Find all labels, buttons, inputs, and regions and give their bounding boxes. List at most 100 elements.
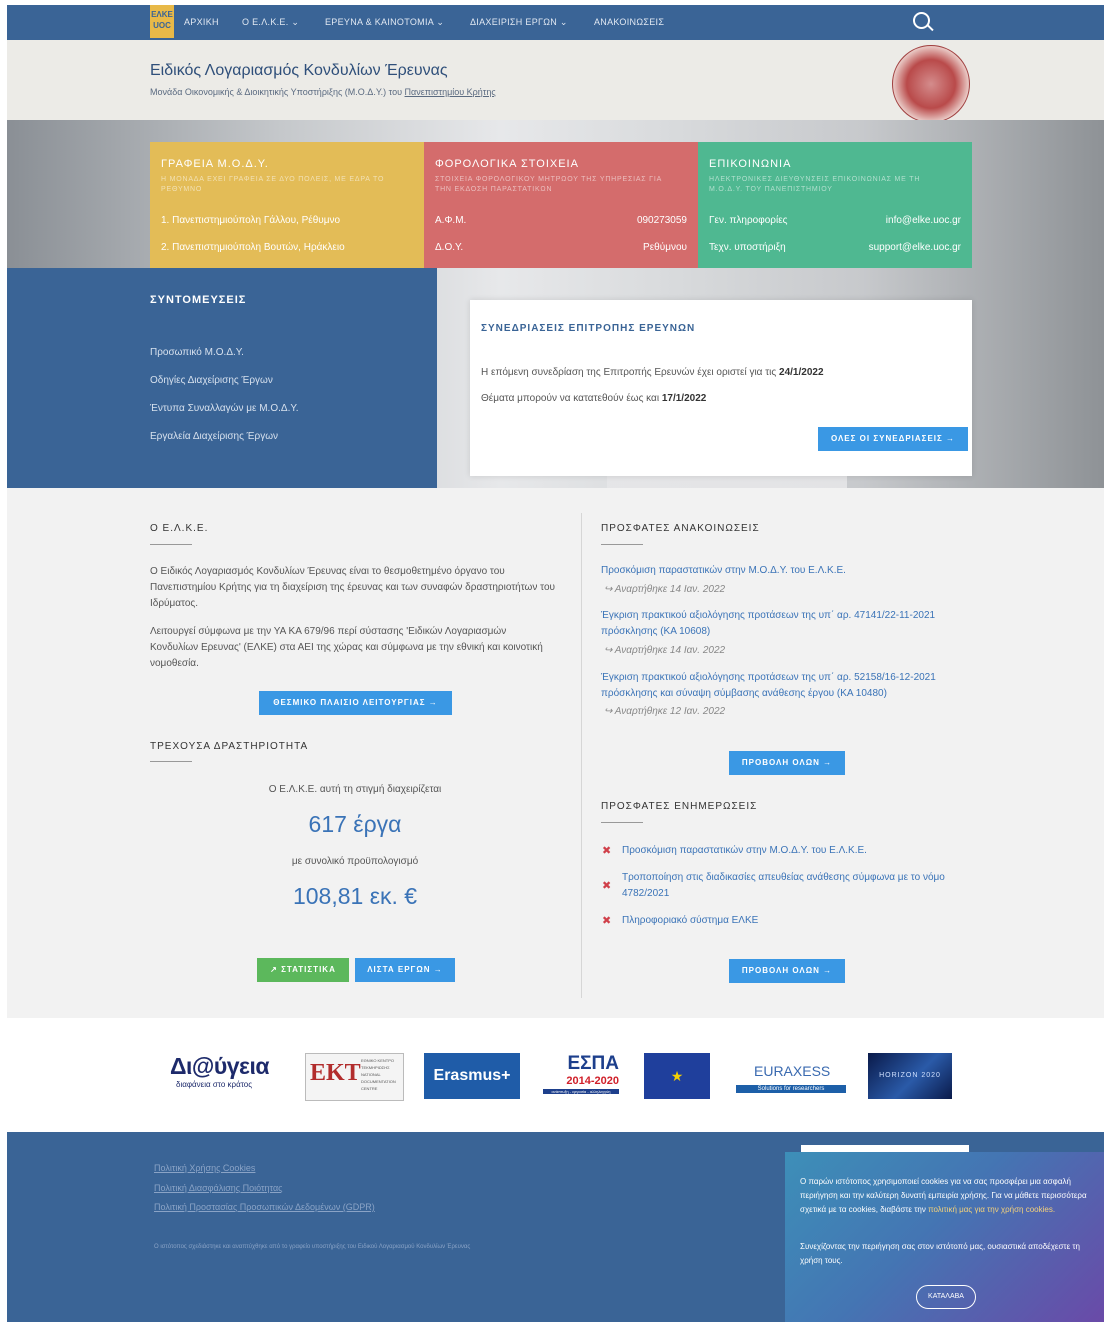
contact-label: Τεχν. υποστήριξη <box>709 242 786 253</box>
about-paragraph-2: Λειτουργεί σύμφωνα με την ΥΑ ΚΑ 679/96 π… <box>150 626 543 669</box>
office-2: 2. Πανεπιστημιούπολη Βουτών, Ηράκλειο <box>161 242 345 253</box>
espa-tagline: ανάπτυξη - εργασία - αλληλεγγύη <box>543 1089 619 1094</box>
tax-row: Α.Φ.Μ. 090273059 <box>435 215 687 226</box>
horizon-logo[interactable]: HORIZON 2020 <box>868 1053 952 1099</box>
framework-button[interactable]: ΘΕΣΜΙΚΟ ΠΛΑΙΣΙΟ ΛΕΙΤΟΥΡΓΙΑΣ → <box>259 691 452 715</box>
euraxess-tagline: Solutions for researchers <box>736 1085 846 1093</box>
footer-link[interactable]: Πολιτική Χρήσης Cookies <box>154 1163 255 1173</box>
cookie-banner: Ο παρών ιστότοπος χρησιμοποιεί cookies γ… <box>785 1152 1104 1322</box>
footer-link[interactable]: Πολιτική Διασφάλισης Ποιότητας <box>154 1183 283 1193</box>
espa-wordmark: ΕΣΠΑ <box>567 1053 619 1074</box>
projects-count: 617 έργα <box>308 811 402 837</box>
meetings-text: Η επόμενη συνεδρίαση της Επιτροπής Ερευν… <box>481 367 780 378</box>
all-updates-button[interactable]: ΠΡΟΒΟΛΗ ΟΛΩΝ → <box>729 959 845 983</box>
budget-label: με συνολικό προϋπολογισμό <box>291 856 419 867</box>
footer-link[interactable]: Πολιτική Προστασίας Προσωπικών Δεδομένων… <box>154 1202 375 1212</box>
tax-label: Α.Φ.Μ. <box>435 215 467 226</box>
contact-subtitle: ΗΛΕΚΤΡΟΝΙΚΕΣ ΔΙΕΥΘΥΝΣΕΙΣ ΕΠΙΚΟΙΝΩΝΙΑΣ ΜΕ… <box>709 176 921 193</box>
meetings-card: ΣΥΝΕΔΡΙΑΣΕΙΣ ΕΠΙΤΡΟΠΗΣ ΕΡΕΥΝΩΝ Η επόμενη… <box>470 300 972 476</box>
title-underline <box>601 822 643 823</box>
footer-credit: Ο ιστότοπος σχεδιάστηκε και αναπτύχθηκε … <box>154 1244 471 1250</box>
announcements-title: ΠΡΟΣΦΑΤΕΣ ΑΝΑΚΟΙΝΩΣΕΙΣ <box>601 523 760 534</box>
offices-box: ΓΡΑΦΕΙΑ Μ.Ο.Δ.Υ. Η ΜΟΝΑΔΑ ΕΧΕΙ ΓΡΑΦΕΙΑ Σ… <box>150 142 424 268</box>
contact-title: ΕΠΙΚΟΙΝΩΝΙΑ <box>709 158 792 170</box>
pin-icon: ✖ <box>602 845 612 857</box>
site-title[interactable]: Ειδικός Λογαριασμός Κονδυλίων Έρευνας <box>150 62 448 80</box>
nav-item-announcements[interactable]: ΑΝΑΚΟΙΝΩΣΕΙΣ <box>594 17 664 27</box>
university-link[interactable]: Πανεπιστημίου Κρήτης <box>405 87 496 97</box>
update-link[interactable]: Προσκόμιση παραστατικών στην Μ.Ο.Δ.Υ. το… <box>622 843 982 859</box>
nav-item-home[interactable]: ΑΡΧΙΚΗ <box>184 17 219 27</box>
meetings-line-2: Θέματα μπορούν να κατατεθούν έως και 17/… <box>481 393 706 404</box>
contact-email-link[interactable]: info@elke.uoc.gr <box>886 215 961 226</box>
meetings-line-1: Η επόμενη συνεδρίαση της Επιτροπής Ερευν… <box>481 367 824 378</box>
nav-item-projects[interactable]: ΔΙΑΧΕΙΡΙΣΗ ΕΡΓΩΝ ⌄ <box>470 17 568 28</box>
shortcuts-title: ΣΥΝΤΟΜΕΥΣΕΙΣ <box>150 294 247 306</box>
euraxess-logo[interactable]: EURAXESS Solutions for researchers <box>736 1053 846 1099</box>
about-title: Ο Ε.Λ.Κ.Ε. <box>150 523 209 534</box>
page: ΕΛΚΕ UOC ΑΡΧΙΚΗ Ο Ε.Λ.Κ.Ε. ⌄ ΕΡΕΥΝΑ & ΚΑΙ… <box>7 0 1104 1322</box>
ekt-logo[interactable]: ΕΚΤ ΕΘΝΙΚΟ ΚΕΝΤΡΟ ΤΕΚΜΗΡΙΩΣΗΣ NATIONAL D… <box>305 1053 404 1101</box>
office-1: 1. Πανεπιστημιούπολη Γάλλου, Ρέθυμνο <box>161 215 341 226</box>
all-announcements-button[interactable]: ΠΡΟΒΟΛΗ ΟΛΩΝ → <box>729 751 845 775</box>
cookie-policy-link[interactable]: πολιτική μας για την χρήση cookies. <box>928 1205 1055 1214</box>
diavgeia-logo[interactable]: Δι@ύγεια διαφάνεια στο κράτος <box>170 1053 290 1099</box>
statistics-button[interactable]: ↗ ΣΤΑΤΙΣΤΙΚΑ <box>257 958 349 982</box>
shortcut-link[interactable]: Εργαλεία Διαχείρισης Έργων <box>150 431 278 442</box>
office-row: 1. Πανεπιστημιούπολη Γάλλου, Ρέθυμνο <box>161 215 413 226</box>
main-content: Ο Ε.Λ.Κ.Ε. Ο Ειδικός Λογαριασμός Κονδυλί… <box>7 488 1104 1018</box>
updates-title: ΠΡΟΣΦΑΤΕΣ ΕΝΗΜΕΡΩΣΕΙΣ <box>601 801 758 812</box>
announcement-date: ↪ Αναρτήθηκε 12 Ιαν. 2022 <box>604 706 726 717</box>
contact-label: Γεν. πληροφορίες <box>709 215 788 226</box>
tax-value: 090273059 <box>636 215 687 226</box>
diavgeia-tagline: διαφάνεια στο κράτος <box>176 1080 253 1089</box>
euraxess-wordmark: EURAXESS <box>754 1063 831 1079</box>
shortcuts-panel: ΣΥΝΤΟΜΕΥΣΕΙΣ Προσωπικό Μ.Ο.Δ.Υ. Οδηγίες … <box>7 268 437 488</box>
project-list-button[interactable]: ΛΙΣΤΑ ΕΡΓΩΝ → <box>355 958 455 982</box>
subtitle-text: Μονάδα Οικονομικής & Διοικητικής Υποστήρ… <box>150 87 405 97</box>
logo-bottom-text: UOC <box>153 21 171 30</box>
shortcut-link[interactable]: Προσωπικό Μ.Ο.Δ.Υ. <box>150 347 244 358</box>
title-underline <box>150 761 192 762</box>
meetings-text: Θέματα μπορούν να κατατεθούν έως και <box>481 393 662 404</box>
activity-title: ΤΡΕΧΟΥΣΑ ΔΡΑΣΤΗΡΙΟΤΗΤΑ <box>150 741 309 752</box>
site-subtitle: Μονάδα Οικονομικής & Διοικητικής Υποστήρ… <box>150 87 496 97</box>
column-divider <box>581 513 582 998</box>
cookie-accept-button[interactable]: ΚΑΤΑΛΑΒΑ <box>916 1285 976 1309</box>
nav-item-research[interactable]: ΕΡΕΥΝΑ & ΚΑΙΝΟΤΟΜΙΑ ⌄ <box>325 17 444 28</box>
activity-intro: Ο Ε.Λ.Κ.Ε. αυτή τη στιγμή διαχειρίζεται <box>268 784 442 795</box>
shortcut-link[interactable]: Έντυπα Συναλλαγών με Μ.Ο.Δ.Υ. <box>150 403 299 414</box>
deadline-date: 17/1/2022 <box>661 393 707 404</box>
site-header: Ειδικός Λογαριασμός Κονδυλίων Έρευνας Μο… <box>7 40 1104 123</box>
search-icon[interactable] <box>913 12 930 29</box>
title-underline <box>601 544 643 545</box>
announcement-link[interactable]: Έγκριση πρακτικού αξιολόγησης προτάσεων … <box>601 608 981 640</box>
logo-top-text: ΕΛΚΕ <box>151 10 173 19</box>
tax-row: Δ.Ο.Υ. Ρεθύμνου <box>435 242 687 253</box>
pin-icon: ✖ <box>602 915 612 927</box>
office-row: 2. Πανεπιστημιούπολη Βουτών, Ηράκλειο <box>161 242 413 253</box>
espa-logo[interactable]: ΕΣΠΑ 2014-2020 ανάπτυξη - εργασία - αλλη… <box>543 1053 619 1099</box>
shortcut-link[interactable]: Οδηγίες Διαχείρισης Έργων <box>150 375 273 386</box>
nav-item-elke[interactable]: Ο Ε.Λ.Κ.Ε. ⌄ <box>242 17 299 28</box>
top-nav: ΕΛΚΕ UOC ΑΡΧΙΚΗ Ο Ε.Λ.Κ.Ε. ⌄ ΕΡΕΥΝΑ & ΚΑΙ… <box>7 5 1104 40</box>
contact-email-link[interactable]: support@elke.uoc.gr <box>869 242 961 253</box>
tax-value: Ρεθύμνου <box>643 242 687 253</box>
announcement-date: ↪ Αναρτήθηκε 14 Ιαν. 2022 <box>604 584 726 595</box>
meeting-date: 24/1/2022 <box>779 367 824 378</box>
update-link[interactable]: Τροποποίηση στις διαδικασίες απευθείας α… <box>622 870 982 902</box>
cookie-text-2: Συνεχίζοντας την περιήγηση σας στον ιστό… <box>800 1242 1080 1265</box>
offices-title: ΓΡΑΦΕΙΑ Μ.Ο.Δ.Υ. <box>161 158 269 170</box>
contact-box: ΕΠΙΚΟΙΝΩΝΙΑ ΗΛΕΚΤΡΟΝΙΚΕΣ ΔΙΕΥΘΥΝΣΕΙΣ ΕΠΙ… <box>698 142 972 268</box>
all-meetings-button[interactable]: ΟΛΕΣ ΟΙ ΣΥΝΕΔΡΙΑΣΕΙΣ → <box>818 427 968 451</box>
about-paragraph-1: Ο Ειδικός Λογαριασμός Κονδυλίων Έρευνας … <box>150 566 555 609</box>
elke-logo[interactable]: ΕΛΚΕ UOC <box>150 5 174 38</box>
announcement-link[interactable]: Έγκριση πρακτικού αξιολόγησης προτάσεων … <box>601 670 981 702</box>
announcement-date: ↪ Αναρτήθηκε 14 Ιαν. 2022 <box>604 645 726 656</box>
erasmus-logo[interactable]: Erasmus+ <box>424 1053 520 1099</box>
tax-label: Δ.Ο.Υ. <box>435 242 464 253</box>
announcement-link[interactable]: Προσκόμιση παραστατικών στην Μ.Ο.Δ.Υ. το… <box>601 563 981 579</box>
tax-subtitle: ΣΤΟΙΧΕΙΑ ΦΟΡΟΛΟΓΙΚΟΥ ΜΗΤΡΩΟΥ ΤΗΣ ΥΠΗΡΕΣΙ… <box>435 176 662 193</box>
update-link[interactable]: Πληροφοριακό σύστημα ΕΛΚΕ <box>622 913 982 929</box>
meetings-title: ΣΥΝΕΔΡΙΑΣΕΙΣ ΕΠΙΤΡΟΠΗΣ ΕΡΕΥΝΩΝ <box>481 323 696 334</box>
